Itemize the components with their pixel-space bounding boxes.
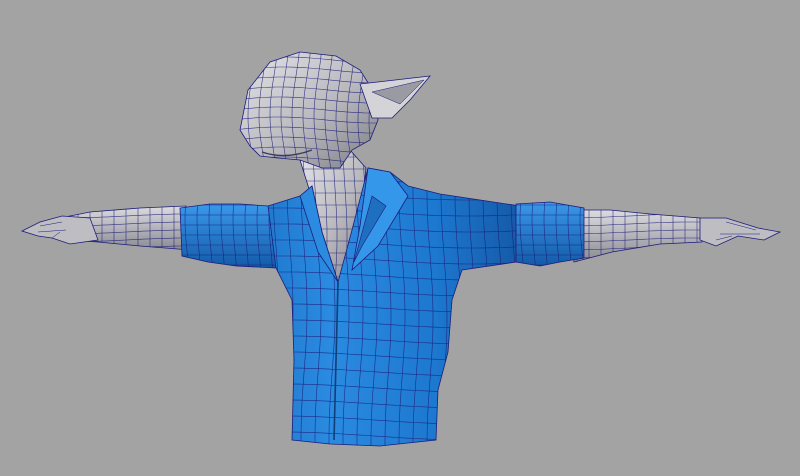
right-hand[interactable]	[699, 217, 782, 247]
character-mesh-icon[interactable]	[0, 0, 800, 476]
right-sleeve[interactable]	[508, 195, 589, 267]
head[interactable]	[226, 37, 431, 175]
left-sleeve[interactable]	[173, 195, 278, 269]
3d-viewport[interactable]	[0, 0, 800, 476]
left-hand[interactable]	[20, 215, 99, 245]
right-arm[interactable]	[565, 198, 709, 266]
